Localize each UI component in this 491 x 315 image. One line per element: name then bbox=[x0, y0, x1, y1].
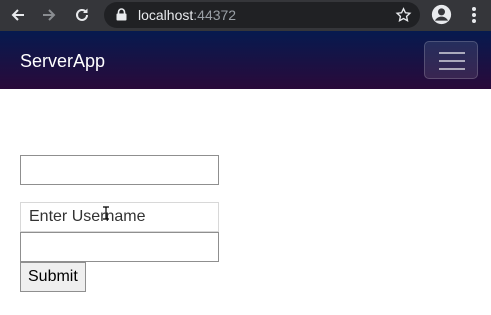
forward-icon bbox=[43, 9, 56, 21]
browser-toolbar: localhost:44372 bbox=[0, 0, 491, 31]
more-menu-icon[interactable] bbox=[466, 5, 482, 25]
hamburger-icon bbox=[439, 52, 465, 54]
url-port: :44372 bbox=[193, 7, 237, 23]
text-field-3[interactable] bbox=[20, 232, 219, 262]
forward-button[interactable] bbox=[37, 4, 61, 26]
lock-icon bbox=[116, 8, 127, 21]
text-field-1[interactable] bbox=[20, 155, 219, 185]
back-icon bbox=[11, 9, 24, 21]
username-field[interactable] bbox=[20, 202, 219, 232]
address-bar[interactable]: localhost:44372 bbox=[104, 2, 420, 28]
profile-icon[interactable] bbox=[431, 4, 452, 25]
url-host: localhost bbox=[138, 7, 194, 23]
reload-icon bbox=[76, 8, 88, 21]
navbar-toggle-button[interactable] bbox=[424, 41, 478, 79]
submit-button[interactable]: Submit bbox=[20, 262, 86, 292]
app-navbar: ServerApp bbox=[0, 31, 491, 89]
url-text: localhost:44372 bbox=[138, 7, 236, 23]
reload-button[interactable] bbox=[70, 4, 94, 26]
text-cursor-icon bbox=[103, 206, 109, 220]
star-icon[interactable] bbox=[395, 7, 412, 23]
brand-link[interactable]: ServerApp bbox=[20, 51, 105, 71]
back-button[interactable] bbox=[6, 4, 30, 26]
